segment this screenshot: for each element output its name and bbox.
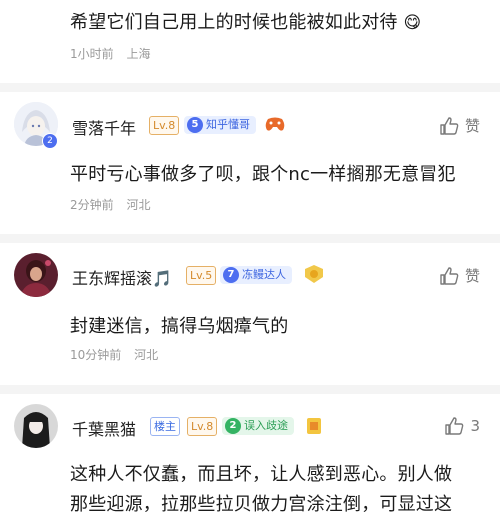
comment-body: 平时亏心事做多了呗，跟个nc一样搁那无意冒犯 xyxy=(70,164,456,185)
trophy-icon xyxy=(305,416,323,440)
avatar-image xyxy=(14,404,58,448)
comment-meta: 2分钟前 河北 xyxy=(70,196,150,213)
avatar-level-badge: 2 xyxy=(42,133,58,149)
level-tag: Lv.8 xyxy=(149,116,180,135)
username[interactable]: 千葉黑猫 xyxy=(72,416,136,440)
thumbs-up-icon xyxy=(445,417,464,435)
like-label: 赞 xyxy=(464,117,480,135)
comment-time: 2分钟前 xyxy=(70,198,114,212)
badge-number: 5 xyxy=(187,117,203,133)
comment-time: 10分钟前 xyxy=(70,348,122,362)
op-tag: 楼主 xyxy=(150,417,180,436)
username[interactable]: 王东辉摇滚🎵 xyxy=(72,265,172,289)
thumbs-up-icon xyxy=(440,116,459,135)
section-divider xyxy=(0,234,500,243)
comment-meta: 1小时前 上海 xyxy=(70,45,150,62)
comment-text: 希望它们自己用上的时候也能被如此对待 😋 xyxy=(70,8,421,34)
comment-time: 1小时前 xyxy=(70,47,114,61)
badge-number: 2 xyxy=(225,418,241,434)
badge-text: 冻鳗达人 xyxy=(242,268,286,281)
comment-location: 上海 xyxy=(126,47,151,61)
like-button[interactable]: 3 xyxy=(444,416,480,436)
avatar[interactable] xyxy=(14,404,58,448)
fan-badge[interactable]: 7 冻鳗达人 xyxy=(220,266,292,284)
level-tag: Lv.8 xyxy=(187,417,218,436)
avatar[interactable] xyxy=(14,253,58,297)
like-button[interactable]: 赞 xyxy=(439,115,480,136)
thumbs-up-icon xyxy=(440,266,459,285)
medal-icon xyxy=(303,264,325,288)
badge-text: 误入歧途 xyxy=(244,419,288,432)
comment-body: 希望它们自己用上的时候也能被如此对待 xyxy=(70,12,398,33)
comment-meta: 10分钟前 河北 xyxy=(70,346,158,363)
badge-number: 7 xyxy=(223,267,239,283)
comment-body-line2: 那些迎源，拉那些拉贝做力宫涂注倒，可显过这 xyxy=(70,494,453,515)
username[interactable]: 雪落千年 xyxy=(72,115,136,139)
badge-text: 知乎懂哥 xyxy=(206,118,250,131)
comment-body: 封建迷信，搞得乌烟瘴气的 xyxy=(70,316,289,337)
section-divider xyxy=(0,83,500,92)
gamepad-icon xyxy=(264,115,286,137)
fan-badge[interactable]: 5 知乎懂哥 xyxy=(184,116,256,134)
comment-body: 这种人不仅蠢，而且坏，让人感到恶心。别人做 xyxy=(70,464,453,485)
like-button[interactable]: 赞 xyxy=(439,265,480,286)
fan-badge[interactable]: 2 误入歧途 xyxy=(222,417,294,435)
comment-location: 河北 xyxy=(134,348,159,362)
section-divider xyxy=(0,385,500,394)
avatar-image xyxy=(14,253,58,297)
emoji-icon: 😋 xyxy=(403,13,422,33)
comment-location: 河北 xyxy=(126,198,151,212)
level-tag: Lv.5 xyxy=(186,266,217,285)
like-label: 赞 xyxy=(464,267,480,285)
like-count: 3 xyxy=(470,417,480,435)
